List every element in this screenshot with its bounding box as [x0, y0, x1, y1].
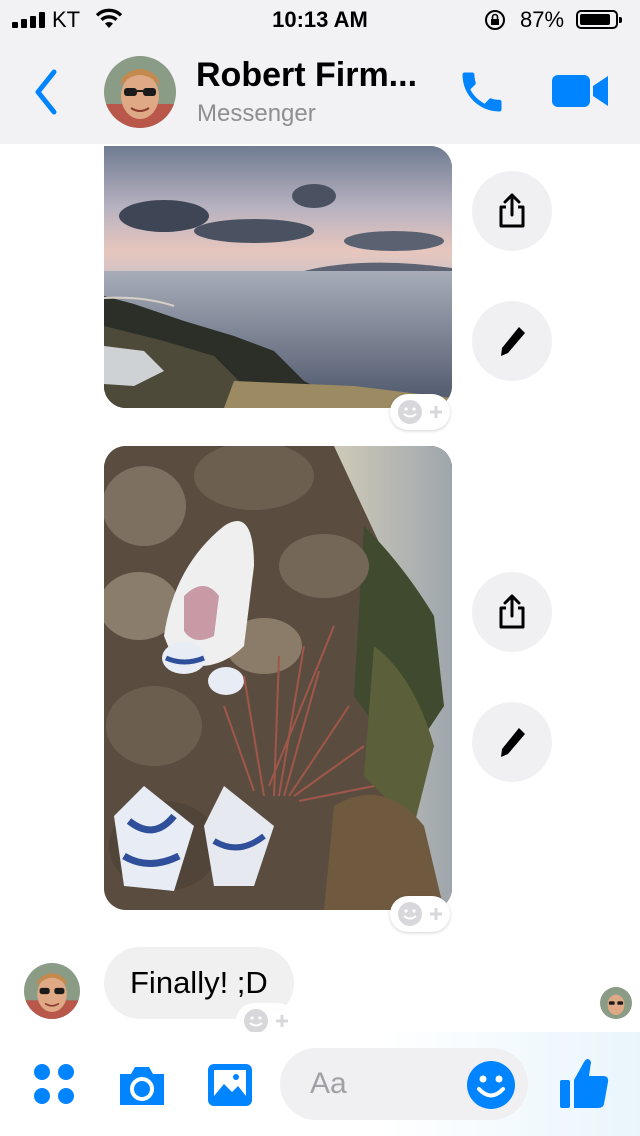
add-reaction-button[interactable]: [390, 394, 450, 430]
sender-avatar[interactable]: [24, 963, 80, 1019]
conversation-header: Robert Firm... Messenger: [0, 40, 640, 144]
add-reaction-button[interactable]: [390, 896, 450, 932]
video-camera-icon[interactable]: [552, 72, 610, 110]
share-icon: [499, 594, 525, 629]
edit-photo-button[interactable]: [472, 702, 552, 782]
pencil-icon: [501, 327, 525, 356]
lock-rotation-icon: [485, 10, 505, 30]
share-photo-button[interactable]: [472, 171, 552, 251]
photo-message-landscape[interactable]: [104, 146, 452, 408]
composer-bar: [0, 1032, 640, 1136]
emoji-icon[interactable]: [466, 1060, 516, 1110]
add-reaction-icon: [244, 1009, 288, 1033]
contact-name[interactable]: Robert Firm...: [196, 56, 417, 95]
add-reaction-icon: [398, 902, 442, 926]
add-reaction-icon: [398, 400, 442, 424]
camera-icon[interactable]: [116, 1064, 168, 1108]
contact-subtitle: Messenger: [197, 100, 316, 127]
battery-icon: [576, 10, 622, 29]
back-icon[interactable]: [32, 68, 60, 116]
seen-indicator-avatar: [600, 987, 632, 1019]
phone-icon[interactable]: [456, 66, 508, 118]
photo-message-shrine[interactable]: [104, 446, 452, 910]
gallery-icon[interactable]: [206, 1062, 254, 1108]
edit-photo-button[interactable]: [472, 301, 552, 381]
share-icon: [499, 193, 525, 228]
share-photo-button[interactable]: [472, 572, 552, 652]
contact-avatar[interactable]: [104, 56, 176, 128]
battery-percent: 87%: [520, 7, 565, 32]
thumbs-up-icon[interactable]: [558, 1056, 610, 1110]
status-bar: KT 10:13 AM 87%: [0, 0, 640, 40]
pencil-icon: [501, 728, 525, 757]
apps-icon[interactable]: [32, 1062, 76, 1106]
